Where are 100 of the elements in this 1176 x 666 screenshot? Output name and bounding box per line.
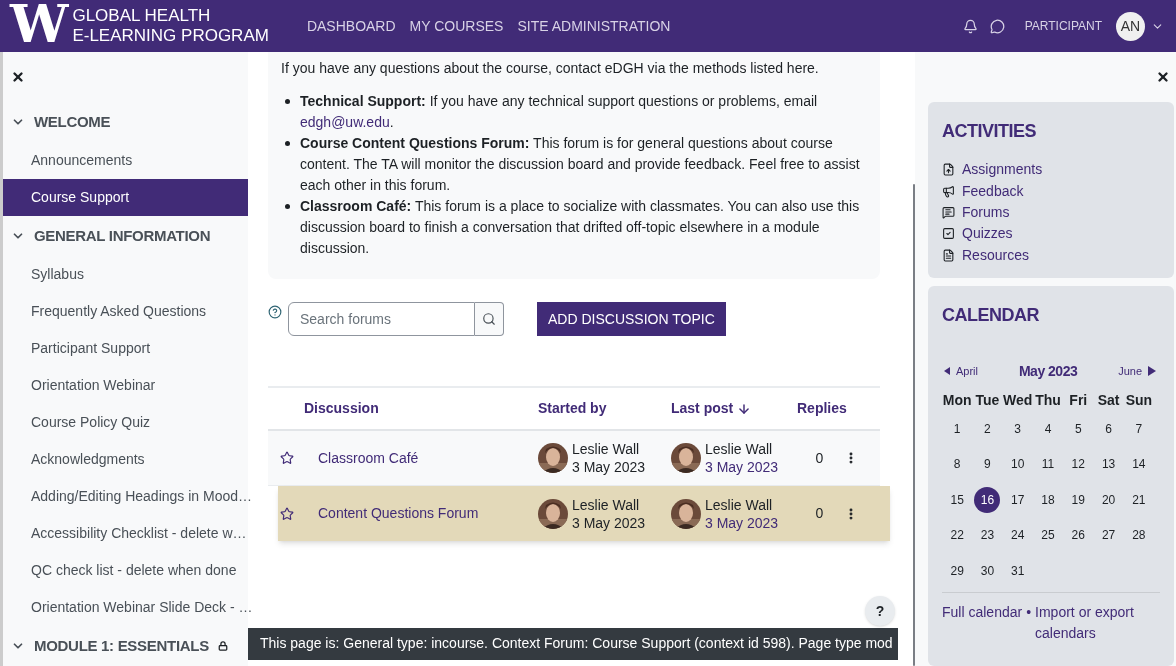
activity-link[interactable]: Feedback <box>962 180 1024 202</box>
calendar-day[interactable]: 3 <box>1004 415 1031 442</box>
checkbox-icon <box>942 227 955 241</box>
calendar-day[interactable]: 26 <box>1065 522 1092 549</box>
calendar-day[interactable]: 13 <box>1095 451 1122 478</box>
column-header[interactable]: Replies <box>797 398 847 419</box>
activity-link[interactable]: Resources <box>962 244 1029 266</box>
section-heading[interactable]: GENERAL INFORMATION <box>34 224 211 248</box>
bullet-icon <box>285 204 290 209</box>
calendar-day[interactable]: 25 <box>1035 522 1061 549</box>
calendar-day[interactable]: 22 <box>944 522 971 549</box>
discussion-row[interactable]: Classroom Café Leslie Wall 3 May 2023 Leslie Wall 3 May 2023 0 <box>268 431 880 486</box>
star-icon[interactable] <box>280 506 294 521</box>
section-heading[interactable]: MODULE 1: ESSENTIALS <box>34 634 228 658</box>
column-header[interactable]: Discussion <box>304 398 379 419</box>
calendar-day[interactable]: 9 <box>974 451 1001 478</box>
search-button[interactable] <box>475 302 504 336</box>
activity-link[interactable]: Assignments <box>962 159 1043 181</box>
sidebar-item[interactable]: Accessibility Checklist - delete w… <box>3 515 248 552</box>
calendar-day[interactable]: 29 <box>944 557 971 584</box>
star-icon[interactable] <box>280 451 294 465</box>
close-icon[interactable] <box>11 70 25 84</box>
page-info-text: This page is: General type: incourse. Context Forum: Course Support (context id 598). Page type mod <box>260 635 893 651</box>
help-icon[interactable] <box>268 305 282 319</box>
sidebar-item[interactable]: Orientation Webinar <box>3 367 248 404</box>
nav-link[interactable]: SITE ADMINISTRATION <box>517 15 671 37</box>
calendar-day[interactable]: 30 <box>974 557 1001 584</box>
section-heading[interactable]: WELCOME <box>34 110 111 134</box>
calendar-day[interactable]: 23 <box>974 522 1001 549</box>
scrollbar[interactable] <box>913 184 915 666</box>
calendar-day[interactable]: 31 <box>1004 557 1031 584</box>
calendar-day[interactable]: 17 <box>1004 486 1031 513</box>
megaphone-icon <box>942 184 955 198</box>
bullet-text: Course Content Questions Forum: This forum is for general questions about course content. The TA will monitor the discussion board and provide feedback. Feel free to assist each other in this forum. <box>300 134 861 195</box>
sidebar-item[interactable]: Adding/Editing Headings in Mood… <box>3 478 248 515</box>
calendar-link[interactable]: Full calendar <box>942 602 1023 624</box>
nav-link[interactable]: DASHBOARD <box>306 15 396 37</box>
add-discussion-button[interactable]: ADD DISCUSSION TOPIC <box>537 302 726 336</box>
calendar-day[interactable]: 15 <box>944 486 971 513</box>
calendar-day[interactable]: 14 <box>1125 451 1152 478</box>
sidebar-item[interactable]: QC check list - delete when done <box>3 552 248 589</box>
sidebar-item[interactable]: Course Support <box>3 179 248 216</box>
calendar-day[interactable]: 20 <box>1095 486 1122 513</box>
sidebar-item[interactable]: Acknowledgments <box>3 441 248 478</box>
bullet-icon <box>285 99 290 104</box>
calendar-day[interactable]: 7 <box>1125 415 1152 442</box>
calendar-day[interactable]: 21 <box>1125 486 1152 513</box>
sidebar-item[interactable]: Frequently Asked Questions <box>3 293 248 330</box>
bullet-icon <box>285 141 290 146</box>
post-date: 3 May 2023 <box>572 513 646 532</box>
intro-text: If you have any questions about the course, contact eDGH via the methods listed here. <box>281 59 820 78</box>
calendar-day[interactable]: 16 <box>974 486 1001 513</box>
chat-lines-icon <box>942 205 955 219</box>
user-avatar[interactable]: AN <box>1116 11 1145 41</box>
document-icon <box>942 248 955 262</box>
calendar-day[interactable]: 6 <box>1095 415 1122 442</box>
notification-icon[interactable] <box>962 18 978 34</box>
calendar-day[interactable]: 2 <box>974 415 1001 442</box>
discussion-row[interactable]: Content Questions Forum Leslie Wall 3 May 2023 Leslie Wall 3 May 2023 0 <box>278 486 890 541</box>
help-button[interactable]: ? <box>865 596 895 626</box>
calendar-link[interactable]: Import or export calendars <box>1035 602 1160 645</box>
weekday-label: Sat <box>1096 390 1121 410</box>
brand-name: E-LEARNING PROGRAM <box>72 26 269 46</box>
column-header[interactable]: Last post <box>671 398 752 419</box>
column-header[interactable]: Started by <box>538 398 607 419</box>
calendar-day[interactable]: 8 <box>944 451 971 478</box>
discussion-link[interactable]: Classroom Café <box>318 447 419 469</box>
calendar-day[interactable]: 4 <box>1035 415 1061 442</box>
nav-link[interactable]: MY COURSES <box>409 15 504 37</box>
calendar-day[interactable]: 10 <box>1004 451 1031 478</box>
sidebar-item[interactable]: Course Policy Quiz <box>3 404 248 441</box>
previous-month-link[interactable]: April <box>944 363 978 380</box>
search-field[interactable]: Search forums <box>288 302 475 336</box>
calendar-day[interactable]: 28 <box>1125 522 1152 549</box>
next-month-link[interactable]: June <box>1118 363 1156 380</box>
reply-count: 0 <box>814 504 825 523</box>
post-date[interactable]: 3 May 2023 <box>705 513 779 532</box>
triangle-right-icon <box>1148 366 1156 377</box>
calendar-day[interactable]: 18 <box>1035 486 1061 513</box>
sidebar-item[interactable]: Announcements <box>3 142 248 179</box>
discussion-link[interactable]: Content Questions Forum <box>318 503 479 524</box>
calendar-day[interactable]: 1 <box>944 415 971 442</box>
sidebar-item[interactable]: Participant Support <box>3 330 248 367</box>
activity-link[interactable]: Quizzes <box>962 223 1013 245</box>
sidebar-item[interactable]: Syllabus <box>3 256 248 293</box>
logo-letter[interactable]: W <box>10 0 69 50</box>
calendar-day[interactable]: 5 <box>1065 415 1092 442</box>
activity-link[interactable]: Forums <box>962 201 1010 223</box>
calendar-day[interactable]: 27 <box>1095 522 1122 549</box>
calendar-day[interactable]: 11 <box>1035 451 1061 478</box>
author-name: Leslie Wall <box>705 440 774 458</box>
calendar-day[interactable]: 12 <box>1065 451 1092 478</box>
weekday-label: Fri <box>1068 390 1089 410</box>
author-name: Leslie Wall <box>572 440 641 458</box>
calendar-day[interactable]: 24 <box>1004 522 1031 549</box>
post-date[interactable]: 3 May 2023 <box>705 458 779 476</box>
chat-icon[interactable] <box>989 18 1005 34</box>
close-icon[interactable] <box>1156 70 1170 84</box>
calendar-day[interactable]: 19 <box>1065 486 1092 513</box>
email-link[interactable]: edgh@uw.edu <box>300 114 390 130</box>
